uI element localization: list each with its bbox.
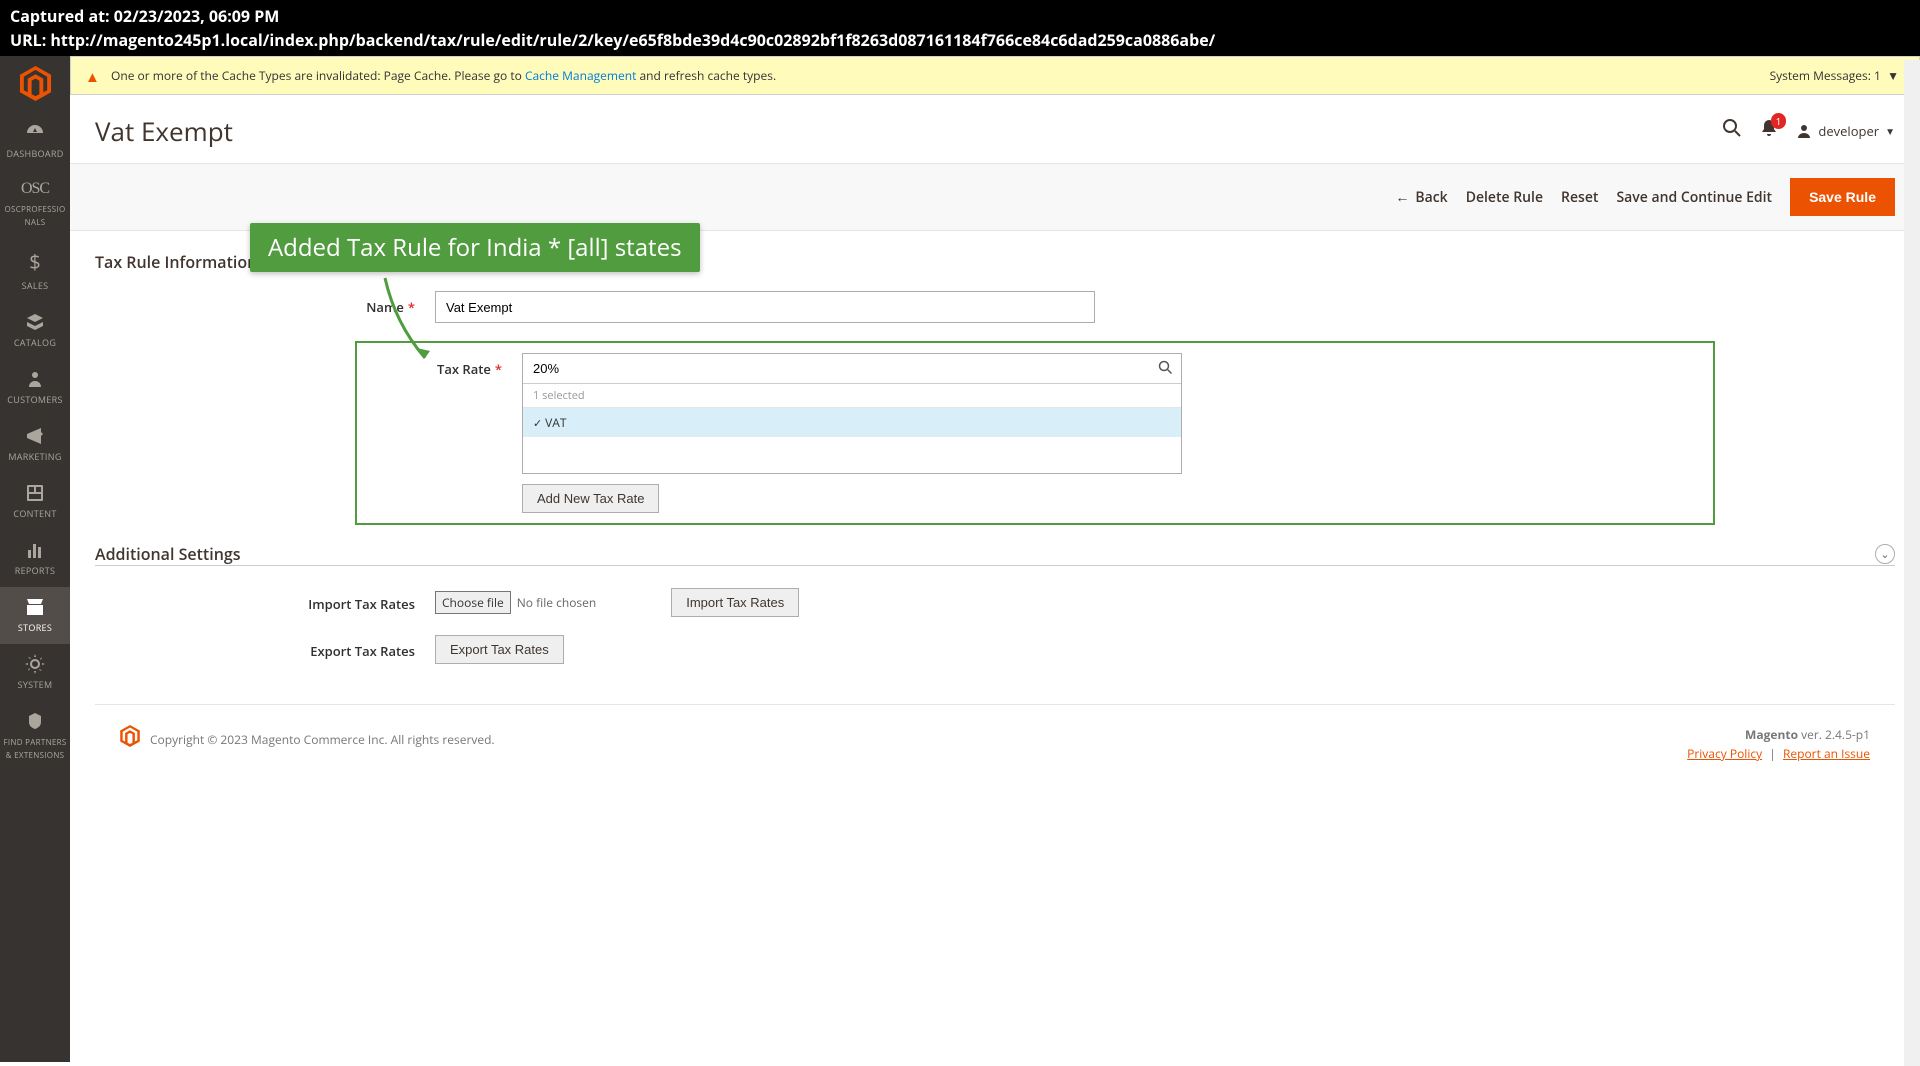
choose-file-button[interactable]: Choose file (435, 591, 511, 614)
cache-management-link[interactable]: Cache Management (525, 67, 636, 84)
save-rule-button[interactable]: Save Rule (1790, 178, 1895, 216)
sidebar-item-stores[interactable]: STORES (0, 587, 70, 644)
additional-settings-toggle[interactable]: Additional Settings ⌄ (95, 543, 1895, 566)
chevron-down-icon: ⌄ (1875, 544, 1895, 564)
page-title: Vat Exempt (95, 113, 233, 149)
content-icon (25, 483, 45, 503)
name-input[interactable] (435, 291, 1095, 323)
captured-bar: Captured at: 02/23/2023, 06:09 PM URL: h… (0, 0, 1920, 56)
magento-logo-small-icon (120, 725, 140, 753)
import-tax-rates-button[interactable]: Import Tax Rates (671, 588, 799, 617)
scrollbar[interactable] (1904, 60, 1920, 1066)
partners-icon (25, 711, 45, 731)
page-header: Vat Exempt 1 developer ▼ (70, 95, 1920, 163)
user-icon (1796, 123, 1812, 139)
tax-rate-option-vat[interactable]: VAT (523, 408, 1181, 437)
sidebar-item-system[interactable]: SYSTEM (0, 644, 70, 701)
export-tax-rates-label: Export Tax Rates (95, 635, 435, 660)
report-issue-link[interactable]: Report an Issue (1783, 745, 1870, 762)
file-chosen-label: No file chosen (517, 594, 596, 611)
sidebar-item-dashboard[interactable]: DASHBOARD (0, 113, 70, 170)
tax-rate-highlight-box: Tax Rate* 1 selected (355, 341, 1715, 525)
import-tax-rates-row: Import Tax Rates Choose file No file cho… (95, 588, 1895, 617)
export-tax-rates-row: Export Tax Rates Export Tax Rates (95, 635, 1895, 664)
arrow-left-icon: ← (1395, 188, 1409, 207)
header-actions: 1 developer ▼ (1722, 118, 1895, 144)
notification-badge: 1 (1771, 113, 1787, 129)
marketing-icon (25, 426, 45, 446)
tax-rate-selection-count: 1 selected (523, 384, 1181, 407)
name-field-row: Name* (95, 291, 1895, 323)
export-tax-rates-button[interactable]: Export Tax Rates (435, 635, 564, 664)
sidebar-item-reports[interactable]: REPORTS (0, 530, 70, 587)
magento-logo-icon (18, 66, 53, 101)
import-tax-rates-label: Import Tax Rates (95, 588, 435, 613)
annotation-arrow (375, 273, 445, 373)
captured-url: URL: http://magento245p1.local/index.php… (10, 28, 1910, 52)
stores-icon (25, 597, 45, 617)
copyright-text: Copyright © 2023 Magento Commerce Inc. A… (150, 731, 495, 748)
page-footer: Copyright © 2023 Magento Commerce Inc. A… (95, 704, 1895, 783)
back-button[interactable]: ← Back (1395, 188, 1447, 207)
sidebar-item-marketing[interactable]: MARKETING (0, 416, 70, 473)
tax-rate-options-empty (523, 437, 1181, 473)
warning-icon: ▲ (85, 67, 100, 87)
search-icon[interactable] (1158, 360, 1173, 380)
tax-rate-multiselect: 1 selected VAT (522, 353, 1182, 474)
privacy-policy-link[interactable]: Privacy Policy (1687, 745, 1762, 762)
customers-icon (25, 369, 45, 389)
magento-label: Magento (1745, 726, 1798, 743)
sidebar-item-customers[interactable]: CUSTOMERS (0, 359, 70, 416)
sidebar-item-catalog[interactable]: CATALOG (0, 302, 70, 359)
user-menu[interactable]: developer ▼ (1796, 122, 1895, 140)
save-continue-button[interactable]: Save and Continue Edit (1616, 188, 1772, 207)
system-message-text: One or more of the Cache Types are inval… (111, 67, 776, 84)
osc-icon: OSC (2, 180, 68, 198)
annotation-callout: Added Tax Rule for India * [all] states (250, 223, 700, 272)
catalog-icon (25, 312, 45, 332)
system-messages-count[interactable]: System Messages: 1 ▼ (1770, 67, 1899, 84)
sidebar-item-content[interactable]: CONTENT (0, 473, 70, 530)
tax-rate-search-input[interactable] (523, 354, 1181, 384)
captured-timestamp: Captured at: 02/23/2023, 06:09 PM (10, 4, 1910, 28)
sidebar-item-partners[interactable]: FIND PARTNERS& EXTENSIONS (0, 701, 70, 771)
chevron-down-icon: ▼ (1885, 124, 1895, 138)
admin-sidebar: DASHBOARD OSC OSCPROFESSIONALS $ SALES C… (0, 56, 70, 1062)
delete-rule-button[interactable]: Delete Rule (1466, 188, 1543, 207)
notifications-icon[interactable]: 1 (1760, 119, 1778, 143)
sidebar-item-oscprofessionals[interactable]: OSC OSCPROFESSIONALS (0, 170, 70, 238)
add-new-tax-rate-button[interactable]: Add New Tax Rate (522, 484, 659, 513)
sidebar-item-sales[interactable]: $ SALES (0, 238, 70, 302)
search-icon[interactable] (1722, 118, 1742, 144)
version-text: ver. 2.4.5-p1 (1798, 726, 1870, 743)
additional-settings-heading: Additional Settings (95, 543, 241, 565)
main-content: ▲ One or more of the Cache Types are inv… (70, 56, 1920, 1062)
reset-button[interactable]: Reset (1561, 188, 1598, 207)
reports-icon (25, 540, 45, 560)
dashboard-icon (25, 123, 45, 143)
dollar-icon: $ (2, 248, 68, 275)
action-bar: ← Back Delete Rule Reset Save and Contin… (70, 163, 1920, 231)
system-message-bar: ▲ One or more of the Cache Types are inv… (70, 56, 1920, 95)
form-area: Added Tax Rule for India * [all] states … (70, 231, 1920, 803)
system-icon (25, 654, 45, 674)
